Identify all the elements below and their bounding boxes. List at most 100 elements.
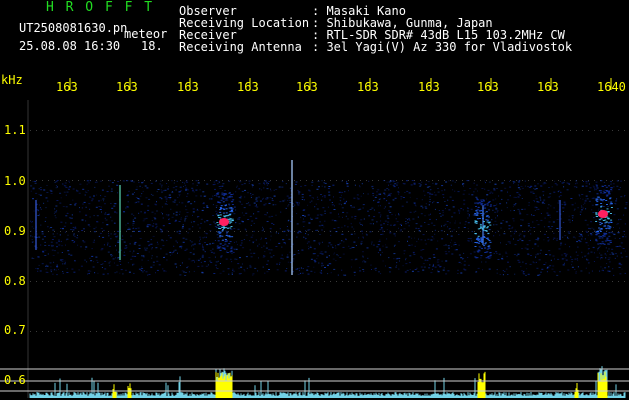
noise-pixel bbox=[130, 235, 133, 237]
echo-pixel bbox=[598, 237, 601, 239]
noise-pixel bbox=[31, 221, 33, 223]
noise-pixel bbox=[501, 198, 503, 200]
noise-pixel bbox=[451, 230, 453, 232]
grid-dot bbox=[354, 331, 355, 332]
noise-pixel bbox=[424, 183, 427, 185]
noise-pixel bbox=[227, 268, 230, 270]
noise-pixel bbox=[51, 249, 54, 251]
noise-pixel bbox=[414, 245, 416, 247]
noise-pixel bbox=[607, 201, 610, 203]
noise-pixel bbox=[166, 200, 168, 202]
noise-pixel bbox=[625, 236, 627, 238]
noise-pixel bbox=[362, 261, 364, 263]
noise-pixel bbox=[610, 190, 613, 192]
noise-pixel bbox=[179, 186, 182, 188]
noise-pixel bbox=[55, 205, 58, 207]
echo-pixel bbox=[474, 233, 477, 235]
noise-pixel bbox=[80, 265, 83, 267]
noise-pixel bbox=[584, 219, 587, 221]
noise-pixel bbox=[558, 196, 560, 198]
y-unit-label: kHz bbox=[1, 73, 23, 87]
grid-dot bbox=[492, 281, 493, 282]
echo-pixel bbox=[603, 235, 606, 237]
echo-pixel bbox=[483, 237, 486, 238]
x-tick-label: 163 bbox=[537, 80, 559, 94]
noise-pixel bbox=[608, 248, 610, 250]
noise-pixel bbox=[297, 203, 299, 205]
noise-pixel bbox=[185, 180, 188, 182]
grid-dot bbox=[384, 331, 385, 332]
noise-pixel bbox=[404, 192, 406, 193]
grid-dot bbox=[306, 180, 307, 181]
noise-pixel bbox=[525, 274, 527, 276]
grid-dot bbox=[156, 331, 157, 332]
noise-pixel bbox=[154, 218, 157, 220]
noise-pixel bbox=[388, 210, 391, 212]
grid-dot bbox=[468, 231, 469, 232]
noise-pixel bbox=[157, 189, 160, 190]
noise-pixel bbox=[148, 224, 151, 225]
noise-pixel bbox=[214, 240, 216, 241]
noise-pixel bbox=[422, 269, 425, 271]
noise-pixel bbox=[314, 206, 316, 208]
noise-pixel bbox=[58, 241, 61, 242]
grid-dot bbox=[42, 180, 43, 181]
noise-pixel bbox=[92, 266, 95, 268]
noise-pixel bbox=[160, 231, 163, 233]
noise-pixel bbox=[159, 228, 161, 230]
noise-pixel bbox=[131, 255, 134, 257]
noise-pixel bbox=[490, 256, 492, 258]
noise-pixel bbox=[199, 258, 201, 260]
noise-pixel bbox=[74, 241, 76, 243]
noise-pixel bbox=[161, 191, 163, 193]
noise-pixel bbox=[141, 270, 143, 272]
noise-pixel bbox=[583, 204, 585, 205]
noise-pixel bbox=[372, 244, 375, 246]
noise-pixel bbox=[200, 222, 203, 224]
echo-pixel bbox=[610, 187, 613, 189]
noise-pixel bbox=[230, 228, 233, 230]
noise-pixel bbox=[232, 270, 234, 271]
noise-pixel bbox=[429, 264, 431, 266]
noise-pixel bbox=[252, 194, 254, 195]
echo-pixel bbox=[608, 190, 611, 192]
noise-pixel bbox=[429, 218, 431, 220]
noise-pixel bbox=[263, 255, 266, 257]
noise-pixel bbox=[426, 259, 429, 261]
noise-pixel bbox=[508, 225, 511, 227]
grid-dot bbox=[312, 231, 313, 232]
noise-pixel bbox=[616, 255, 618, 257]
noise-pixel bbox=[139, 230, 142, 232]
grid-dot bbox=[72, 331, 73, 332]
grid-dot bbox=[210, 180, 211, 181]
echo-pixel bbox=[485, 242, 487, 244]
noise-pixel bbox=[547, 207, 549, 209]
echo-pixel bbox=[606, 237, 609, 239]
noise-pixel bbox=[150, 193, 152, 195]
noise-pixel bbox=[443, 244, 445, 246]
grid-dot bbox=[60, 331, 61, 332]
noise-pixel bbox=[321, 185, 323, 187]
noise-pixel bbox=[455, 249, 458, 251]
noise-pixel bbox=[201, 265, 204, 267]
noise-pixel bbox=[151, 225, 154, 227]
noise-pixel bbox=[520, 225, 523, 227]
echo-pixel bbox=[607, 225, 610, 227]
echo-pixel bbox=[227, 196, 230, 198]
noise-pixel bbox=[111, 220, 113, 222]
noise-pixel bbox=[318, 262, 320, 264]
grid-dot bbox=[522, 331, 523, 332]
noise-pixel bbox=[273, 195, 276, 197]
noise-pixel bbox=[179, 265, 181, 266]
echo-pixel bbox=[230, 201, 233, 203]
noise-pixel bbox=[560, 244, 562, 246]
noise-pixel bbox=[411, 180, 414, 181]
noise-pixel bbox=[514, 273, 516, 275]
noise-pixel bbox=[386, 195, 388, 197]
noise-pixel bbox=[82, 240, 84, 242]
noise-pixel bbox=[213, 181, 215, 183]
grid-dot bbox=[372, 231, 373, 232]
noise-pixel bbox=[507, 261, 509, 263]
noise-pixel bbox=[193, 248, 195, 250]
noise-pixel bbox=[613, 186, 615, 188]
